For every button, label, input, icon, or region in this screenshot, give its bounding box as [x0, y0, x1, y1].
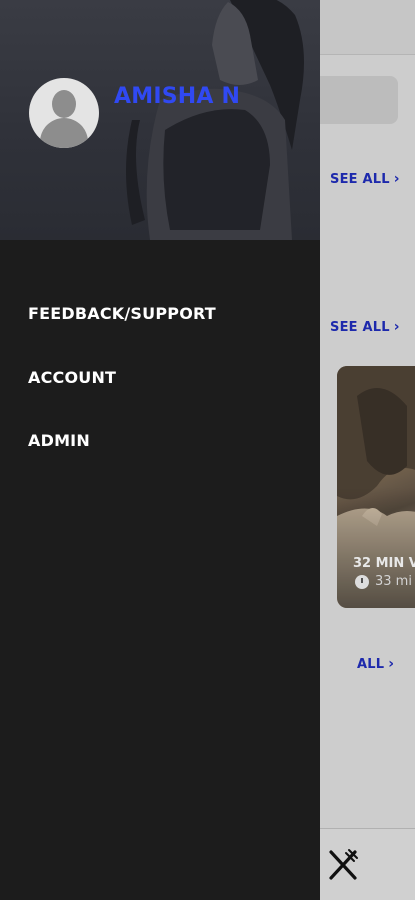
- menu-item-admin[interactable]: ADMIN: [28, 429, 216, 453]
- drawer-header: AMISHA N: [0, 0, 320, 240]
- navigation-drawer: AMISHA N FEEDBACK/SUPPORT ACCOUNT ADMIN: [0, 0, 320, 900]
- drawer-scrim[interactable]: [320, 0, 415, 900]
- avatar-head: [52, 90, 76, 118]
- user-avatar[interactable]: [29, 78, 99, 148]
- avatar-body: [40, 118, 88, 148]
- menu-item-account[interactable]: ACCOUNT: [28, 366, 216, 390]
- user-name: AMISHA N: [114, 84, 241, 109]
- header-background-photo: [126, 0, 304, 240]
- menu-item-feedback-support[interactable]: FEEDBACK/SUPPORT: [28, 302, 216, 326]
- app-screen: SEE ALL › SEE ALL › 32 MIN VI 33 mi ALL …: [0, 0, 415, 900]
- drawer-menu: FEEDBACK/SUPPORT ACCOUNT ADMIN: [28, 302, 216, 453]
